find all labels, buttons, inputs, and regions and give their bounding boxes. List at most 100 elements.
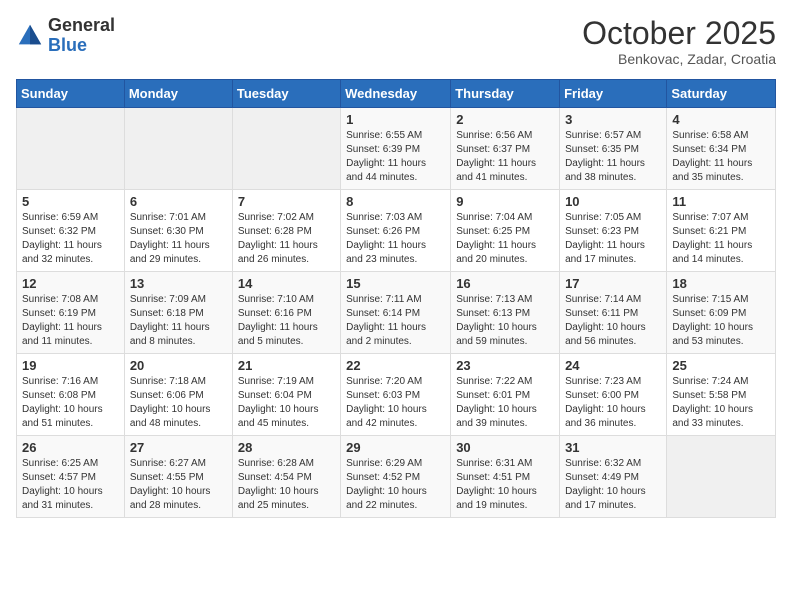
- calendar-cell: [124, 108, 232, 190]
- day-number: 19: [22, 358, 119, 373]
- calendar-day-header: Monday: [124, 80, 232, 108]
- day-number: 21: [238, 358, 335, 373]
- calendar-table: SundayMondayTuesdayWednesdayThursdayFrid…: [16, 79, 776, 518]
- calendar-cell: 2Sunrise: 6:56 AM Sunset: 6:37 PM Daylig…: [451, 108, 560, 190]
- calendar-header-row: SundayMondayTuesdayWednesdayThursdayFrid…: [17, 80, 776, 108]
- day-info: Sunrise: 7:07 AM Sunset: 6:21 PM Dayligh…: [672, 211, 770, 267]
- day-number: 31: [565, 440, 661, 455]
- calendar-cell: 15 Sunrise: 7:11 AM Sunset: 6:14 PM Dayli…: [341, 272, 451, 354]
- day-info: Sunrise: 7:23 AM Sunset: 6:00 PM Dayligh…: [565, 375, 661, 431]
- day-info: Sunrise: 7:11 AM Sunset: 6:14 PM Dayligh…: [346, 293, 445, 349]
- day-info: Sunrise: 7:22 AM Sunset: 6:01 PM Dayligh…: [456, 375, 554, 431]
- day-info: Sunrise: 6:25 AM Sunset: 4:57 PM Dayligh…: [22, 457, 119, 513]
- page-header: General Blue October 2025 Benkovac, Zada…: [16, 16, 776, 67]
- calendar-cell: [17, 108, 125, 190]
- calendar-cell: 19 Sunrise: 7:16 AM Sunset: 6:08 PM Dayli…: [17, 354, 125, 436]
- day-number: 24: [565, 358, 661, 373]
- logo-icon: [16, 22, 44, 50]
- calendar-cell: 31 Sunrise: 6:32 AM Sunset: 4:49 PM Dayli…: [560, 436, 667, 518]
- calendar-cell: 29 Sunrise: 6:29 AM Sunset: 4:52 PM Dayli…: [341, 436, 451, 518]
- day-number: 25: [672, 358, 770, 373]
- day-number: 5: [22, 194, 119, 209]
- calendar-day-header: Sunday: [17, 80, 125, 108]
- calendar-cell: 18Sunrise: 7:15 AM Sunset: 6:09 PM Dayli…: [667, 272, 776, 354]
- day-info: Sunrise: 6:55 AM Sunset: 6:39 PM Dayligh…: [346, 129, 445, 185]
- day-number: 17: [565, 276, 661, 291]
- day-number: 20: [130, 358, 227, 373]
- calendar-cell: 11 Sunrise: 7:07 AM Sunset: 6:21 PM Dayli…: [667, 190, 776, 272]
- calendar-cell: 16 Sunrise: 7:13 AM Sunset: 6:13 PM Dayli…: [451, 272, 560, 354]
- calendar-day-header: Wednesday: [341, 80, 451, 108]
- calendar-week-row: 26 Sunrise: 6:25 AM Sunset: 4:57 PM Dayli…: [17, 436, 776, 518]
- calendar-day-header: Thursday: [451, 80, 560, 108]
- day-number: 6: [130, 194, 227, 209]
- day-info: Sunrise: 7:08 AM Sunset: 6:19 PM Dayligh…: [22, 293, 119, 349]
- day-info: Sunrise: 7:03 AM Sunset: 6:26 PM Dayligh…: [346, 211, 445, 267]
- calendar-cell: 8 Sunrise: 7:03 AM Sunset: 6:26 PM Daylig…: [341, 190, 451, 272]
- calendar-cell: 25 Sunrise: 7:24 AM Sunset: 5:58 PM Dayli…: [667, 354, 776, 436]
- calendar-day-header: Friday: [560, 80, 667, 108]
- calendar-cell: 4Sunrise: 6:58 AM Sunset: 6:34 PM Daylig…: [667, 108, 776, 190]
- month-title: October 2025: [582, 16, 776, 51]
- calendar-cell: [667, 436, 776, 518]
- day-number: 13: [130, 276, 227, 291]
- day-number: 23: [456, 358, 554, 373]
- day-info: Sunrise: 7:10 AM Sunset: 6:16 PM Dayligh…: [238, 293, 335, 349]
- day-number: 10: [565, 194, 661, 209]
- day-number: 30: [456, 440, 554, 455]
- day-number: 16: [456, 276, 554, 291]
- day-info: Sunrise: 6:59 AM Sunset: 6:32 PM Dayligh…: [22, 211, 119, 267]
- day-info: Sunrise: 6:57 AM Sunset: 6:35 PM Dayligh…: [565, 129, 661, 185]
- calendar-cell: 3Sunrise: 6:57 AM Sunset: 6:35 PM Daylig…: [560, 108, 667, 190]
- day-info: Sunrise: 7:09 AM Sunset: 6:18 PM Dayligh…: [130, 293, 227, 349]
- day-info: Sunrise: 6:58 AM Sunset: 6:34 PM Dayligh…: [672, 129, 770, 185]
- calendar-cell: 20 Sunrise: 7:18 AM Sunset: 6:06 PM Dayli…: [124, 354, 232, 436]
- day-number: 11: [672, 194, 770, 209]
- calendar-cell: 30 Sunrise: 6:31 AM Sunset: 4:51 PM Dayli…: [451, 436, 560, 518]
- day-info: Sunrise: 7:16 AM Sunset: 6:08 PM Dayligh…: [22, 375, 119, 431]
- calendar-cell: 27 Sunrise: 6:27 AM Sunset: 4:55 PM Dayli…: [124, 436, 232, 518]
- day-number: 7: [238, 194, 335, 209]
- calendar-cell: 21Sunrise: 7:19 AM Sunset: 6:04 PM Dayli…: [232, 354, 340, 436]
- day-number: 2: [456, 112, 554, 127]
- calendar-cell: [232, 108, 340, 190]
- day-info: Sunrise: 6:32 AM Sunset: 4:49 PM Dayligh…: [565, 457, 661, 513]
- calendar-cell: 9 Sunrise: 7:04 AM Sunset: 6:25 PM Daylig…: [451, 190, 560, 272]
- day-info: Sunrise: 6:27 AM Sunset: 4:55 PM Dayligh…: [130, 457, 227, 513]
- day-number: 8: [346, 194, 445, 209]
- location: Benkovac, Zadar, Croatia: [582, 51, 776, 67]
- day-number: 12: [22, 276, 119, 291]
- calendar-cell: 22Sunrise: 7:20 AM Sunset: 6:03 PM Dayli…: [341, 354, 451, 436]
- calendar-cell: 17Sunrise: 7:14 AM Sunset: 6:11 PM Dayli…: [560, 272, 667, 354]
- day-number: 1: [346, 112, 445, 127]
- calendar-week-row: 19 Sunrise: 7:16 AM Sunset: 6:08 PM Dayli…: [17, 354, 776, 436]
- day-number: 15: [346, 276, 445, 291]
- day-number: 9: [456, 194, 554, 209]
- day-number: 29: [346, 440, 445, 455]
- day-info: Sunrise: 7:02 AM Sunset: 6:28 PM Dayligh…: [238, 211, 335, 267]
- calendar-cell: 1 Sunrise: 6:55 AM Sunset: 6:39 PM Daylig…: [341, 108, 451, 190]
- calendar-cell: 28Sunrise: 6:28 AM Sunset: 4:54 PM Dayli…: [232, 436, 340, 518]
- day-info: Sunrise: 6:31 AM Sunset: 4:51 PM Dayligh…: [456, 457, 554, 513]
- calendar-cell: 10Sunrise: 7:05 AM Sunset: 6:23 PM Dayli…: [560, 190, 667, 272]
- calendar-cell: 7 Sunrise: 7:02 AM Sunset: 6:28 PM Daylig…: [232, 190, 340, 272]
- calendar-cell: 6 Sunrise: 7:01 AM Sunset: 6:30 PM Daylig…: [124, 190, 232, 272]
- day-info: Sunrise: 7:18 AM Sunset: 6:06 PM Dayligh…: [130, 375, 227, 431]
- day-info: Sunrise: 7:24 AM Sunset: 5:58 PM Dayligh…: [672, 375, 770, 431]
- title-block: October 2025 Benkovac, Zadar, Croatia: [582, 16, 776, 67]
- day-number: 22: [346, 358, 445, 373]
- day-number: 26: [22, 440, 119, 455]
- day-info: Sunrise: 7:01 AM Sunset: 6:30 PM Dayligh…: [130, 211, 227, 267]
- calendar-cell: 12 Sunrise: 7:08 AM Sunset: 6:19 PM Dayli…: [17, 272, 125, 354]
- logo-general: General: [48, 16, 115, 36]
- day-info: Sunrise: 6:28 AM Sunset: 4:54 PM Dayligh…: [238, 457, 335, 513]
- day-number: 27: [130, 440, 227, 455]
- calendar-cell: 13 Sunrise: 7:09 AM Sunset: 6:18 PM Dayli…: [124, 272, 232, 354]
- day-info: Sunrise: 7:13 AM Sunset: 6:13 PM Dayligh…: [456, 293, 554, 349]
- calendar-cell: 26 Sunrise: 6:25 AM Sunset: 4:57 PM Dayli…: [17, 436, 125, 518]
- day-info: Sunrise: 6:29 AM Sunset: 4:52 PM Dayligh…: [346, 457, 445, 513]
- day-info: Sunrise: 7:04 AM Sunset: 6:25 PM Dayligh…: [456, 211, 554, 267]
- day-info: Sunrise: 7:15 AM Sunset: 6:09 PM Dayligh…: [672, 293, 770, 349]
- calendar-cell: 23 Sunrise: 7:22 AM Sunset: 6:01 PM Dayli…: [451, 354, 560, 436]
- calendar-cell: 5 Sunrise: 6:59 AM Sunset: 6:32 PM Daylig…: [17, 190, 125, 272]
